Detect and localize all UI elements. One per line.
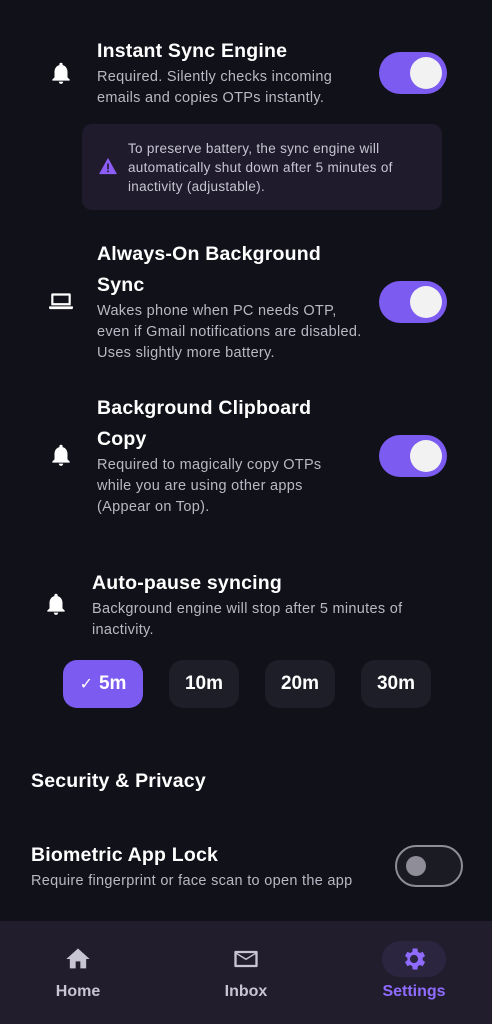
- biometric-row: Biometric App Lock Require fingerprint o…: [0, 840, 492, 900]
- battery-notice-text: To preserve battery, the sync engine wil…: [128, 141, 393, 194]
- bell-icon: [47, 59, 75, 87]
- instant-sync-description: Required. Silently checks incoming email…: [97, 69, 333, 106]
- toggle-knob: [410, 286, 442, 318]
- battery-notice: To preserve battery, the sync engine wil…: [82, 124, 442, 210]
- chip-20m[interactable]: 20m: [265, 660, 335, 708]
- toggle-knob: [406, 856, 426, 876]
- check-icon: ✓: [79, 676, 93, 693]
- nav-inbox[interactable]: Inbox: [198, 921, 294, 1024]
- security-section-title: Security & Privacy: [31, 770, 206, 792]
- clipboard-toggle[interactable]: [379, 435, 447, 477]
- always-on-description: Wakes phone when PC needs OTP, even if G…: [97, 303, 362, 361]
- auto-pause-description: Background engine will stop after 5 minu…: [92, 601, 403, 638]
- instant-sync-row: Instant Sync Engine Required. Silently c…: [0, 0, 492, 120]
- laptop-icon: [47, 287, 75, 315]
- nav-settings[interactable]: Settings: [366, 921, 462, 1024]
- settings-screen: Instant Sync Engine Required. Silently c…: [0, 0, 492, 920]
- nav-home[interactable]: Home: [30, 921, 126, 1024]
- chip-label: 10m: [184, 673, 224, 694]
- chip-30m[interactable]: 30m: [361, 660, 431, 708]
- nav-inbox-label: Inbox: [224, 983, 268, 1000]
- chip-label: 5m: [98, 673, 127, 694]
- nav-home-label: Home: [55, 983, 101, 1000]
- auto-pause-row: Auto-pause syncing Background engine wil…: [0, 568, 492, 648]
- chip-label: 20m: [280, 673, 320, 694]
- clipboard-description: Required to magically copy OTPs while yo…: [97, 457, 322, 515]
- always-on-row: Always-On Background Sync Wakes phone wh…: [0, 230, 492, 370]
- nav-settings-label: Settings: [382, 983, 446, 1000]
- chip-label: 30m: [376, 673, 416, 694]
- biometric-description: Require fingerprint or face scan to open…: [31, 873, 353, 889]
- warning-icon: [99, 157, 117, 175]
- chip-5m[interactable]: ✓ 5m: [63, 660, 143, 708]
- home-icon: [46, 941, 110, 977]
- bottom-nav: Home Inbox Settings: [0, 921, 492, 1024]
- clipboard-row: Background Clipboard Copy Required to ma…: [0, 384, 492, 524]
- bell-icon: [42, 590, 70, 618]
- mail-icon: [214, 941, 278, 977]
- toggle-knob: [410, 440, 442, 472]
- always-on-toggle[interactable]: [379, 281, 447, 323]
- biometric-toggle[interactable]: [395, 845, 463, 887]
- always-on-title: Always-On Background Sync: [97, 243, 321, 296]
- gear-icon: [382, 941, 446, 977]
- chip-10m[interactable]: 10m: [169, 660, 239, 708]
- instant-sync-title: Instant Sync Engine: [97, 40, 288, 62]
- toggle-knob: [410, 57, 442, 89]
- auto-pause-title: Auto-pause syncing: [92, 572, 282, 594]
- clipboard-title: Background Clipboard Copy: [97, 397, 312, 450]
- biometric-title: Biometric App Lock: [31, 844, 219, 866]
- bell-icon: [47, 441, 75, 469]
- instant-sync-toggle[interactable]: [379, 52, 447, 94]
